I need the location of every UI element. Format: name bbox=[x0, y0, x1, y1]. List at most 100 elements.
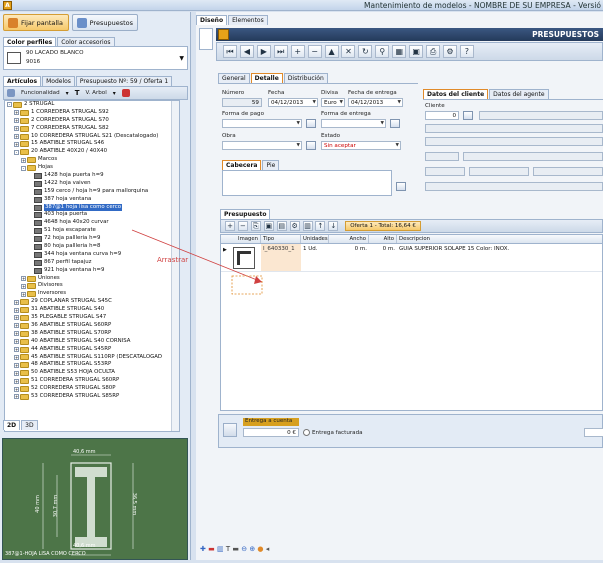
col-imagen[interactable]: Imagen bbox=[221, 235, 261, 243]
expand-icon[interactable]: + bbox=[21, 283, 26, 289]
tree-item[interactable]: +31 ABATIBLE STRUGAL S40 bbox=[5, 306, 179, 314]
tree-item[interactable]: +10 CORREDERA STRUGAL S21 (Descatalogado… bbox=[5, 133, 179, 141]
tree-item[interactable]: +53 CORREDERA STRUGAL S85RP bbox=[5, 393, 179, 401]
divisa-select[interactable]: Euro bbox=[321, 98, 345, 107]
zoom-out-icon[interactable]: ⊖ bbox=[241, 545, 247, 553]
remove-bottom-icon[interactable]: ▬ bbox=[208, 545, 215, 553]
expand-icon[interactable]: + bbox=[14, 299, 19, 305]
expand-icon[interactable]: + bbox=[14, 307, 19, 313]
save-line-icon[interactable]: ▣ bbox=[263, 221, 274, 231]
tab-datos-cliente[interactable]: Datos del cliente bbox=[423, 89, 489, 99]
fecha-entrega-field[interactable]: 04/12/2013 bbox=[348, 98, 403, 107]
estado-select[interactable]: Sin aceptar bbox=[321, 141, 401, 150]
tree-item[interactable]: 1422 hoja vaiven bbox=[5, 180, 179, 188]
minus-bottom-icon[interactable]: ▬ bbox=[232, 545, 239, 553]
tree-item[interactable]: 159 cerco / hoja h=9 para mallorquina bbox=[5, 188, 179, 196]
color-selector[interactable]: 90 LACADO BLANCO 9016 ▼ bbox=[3, 46, 188, 70]
refresh-icon[interactable]: ↻ bbox=[358, 45, 373, 58]
expand-icon[interactable]: + bbox=[14, 110, 19, 116]
forma-entrega-edit-icon[interactable] bbox=[390, 119, 400, 128]
help-icon[interactable]: ? bbox=[459, 45, 474, 58]
fijar-pantalla-button[interactable]: Fijar pantalla bbox=[3, 14, 69, 31]
tab-elementos[interactable]: Elementos bbox=[228, 15, 268, 25]
grid-bottom-icon[interactable]: ▥ bbox=[217, 545, 224, 553]
tree-item[interactable]: +48 ABATIBLE STRUGAL S53RP bbox=[5, 361, 179, 369]
tree-item[interactable]: 867 perfil tapajuz bbox=[5, 259, 179, 267]
col-tipo[interactable]: Tipo bbox=[261, 235, 301, 243]
payment-icon[interactable] bbox=[223, 423, 237, 437]
collapse-icon[interactable]: - bbox=[7, 102, 12, 108]
expand-icon[interactable]: + bbox=[14, 394, 19, 400]
binoculars-icon[interactable]: ⚲ bbox=[375, 45, 390, 58]
obra-edit-icon[interactable] bbox=[306, 141, 316, 150]
expand-icon[interactable]: + bbox=[14, 315, 19, 321]
config-line-icon[interactable]: ⚙ bbox=[289, 221, 300, 231]
new-document-icon[interactable] bbox=[199, 28, 213, 50]
tab-2d[interactable]: 2D bbox=[3, 420, 21, 430]
tree-item[interactable]: + Uniones bbox=[5, 275, 179, 283]
more-bottom-icon[interactable]: ◂ bbox=[266, 545, 270, 553]
expand-icon[interactable]: + bbox=[14, 370, 19, 376]
first-record-icon[interactable]: ⏮ bbox=[223, 45, 237, 58]
move-down-icon[interactable]: ↓ bbox=[328, 221, 339, 231]
tree-item[interactable]: 80 hoja pallleria h=8 bbox=[5, 243, 179, 251]
filter-icon[interactable] bbox=[7, 89, 15, 97]
remove-line-icon[interactable]: − bbox=[237, 221, 248, 231]
confirm-icon[interactable]: ▲ bbox=[324, 45, 339, 58]
numero-field[interactable]: 59 bbox=[222, 98, 262, 107]
tree-item[interactable]: 921 hoja ventana h=9 bbox=[5, 267, 179, 275]
collapse-icon[interactable]: - bbox=[14, 149, 19, 155]
doc-line-icon[interactable]: ▤ bbox=[276, 221, 287, 231]
tree-item[interactable]: +7 CORREDERA STRUGAL S82 bbox=[5, 125, 179, 133]
cabecera-textarea[interactable] bbox=[222, 170, 392, 196]
tree-item[interactable]: - Hojas bbox=[5, 164, 179, 172]
group-line-icon[interactable]: ▥ bbox=[302, 221, 313, 231]
tree-item[interactable]: +50 ABATIBLE S53 HOJA OCULTA bbox=[5, 369, 179, 377]
expand-icon[interactable]: + bbox=[14, 126, 19, 132]
expand-icon[interactable]: + bbox=[14, 347, 19, 353]
tree-item[interactable]: 72 hoja pallleria h=9 bbox=[5, 235, 179, 243]
last-record-icon[interactable]: ⏭ bbox=[273, 45, 288, 58]
tab-datos-agente[interactable]: Datos del agente bbox=[489, 89, 549, 99]
tree-item[interactable]: +45 ABATIBLE STRUGAL S110RP (DESCATALOGA… bbox=[5, 354, 179, 362]
forma-pago-edit-icon[interactable] bbox=[306, 119, 316, 128]
funcionalidad-button[interactable]: Funcionalidad bbox=[21, 90, 60, 96]
grid-icon[interactable]: ▦ bbox=[392, 45, 407, 58]
tab-3d[interactable]: 3D bbox=[21, 420, 38, 430]
move-up-icon[interactable]: ↑ bbox=[315, 221, 326, 231]
entrega-cuenta-field[interactable]: 0 € bbox=[243, 428, 299, 437]
tree-item[interactable]: 51 hoja escaparate bbox=[5, 227, 179, 235]
copy-line-icon[interactable]: ⎘ bbox=[250, 221, 261, 231]
tab-cabecera[interactable]: Cabecera bbox=[222, 160, 262, 170]
expand-icon[interactable]: + bbox=[14, 386, 19, 392]
entrega-facturada-radio[interactable] bbox=[303, 429, 310, 436]
tree-item[interactable]: +15 ABATIBLE STRUGAL S46 bbox=[5, 140, 179, 148]
zoom-in-icon[interactable]: ⊕ bbox=[249, 545, 255, 553]
tree-item[interactable]: 387@1 hoja lisa como cerco bbox=[5, 203, 179, 212]
tab-diseno[interactable]: Diseño bbox=[196, 15, 228, 25]
expand-icon[interactable]: + bbox=[14, 141, 19, 147]
add-icon[interactable]: + bbox=[290, 45, 305, 58]
tree-item[interactable]: +1 CORREDERA STRUGAL S92 bbox=[5, 109, 179, 117]
tree-item[interactable]: + Inversores bbox=[5, 290, 179, 298]
forma-entrega-select[interactable] bbox=[321, 119, 386, 128]
tree-item[interactable]: +2 CORREDERA STRUGAL S70 bbox=[5, 117, 179, 125]
close-icon[interactable] bbox=[121, 89, 130, 97]
tab-oferta[interactable]: Oferta 1 - Total: 16,64 € bbox=[345, 221, 421, 231]
tab-presupuesto[interactable]: Presupuesto Nº: 59 / Oferta 1 bbox=[75, 76, 173, 86]
tree-scrollbar[interactable] bbox=[171, 101, 179, 431]
table-row[interactable]: ▶ I_640330_1 1 Ud. 0 m. 0 m. GUIA SUPERI… bbox=[221, 244, 602, 272]
fecha-field[interactable]: 04/12/2013 bbox=[268, 98, 318, 107]
text-icon[interactable]: T bbox=[75, 89, 80, 97]
cliente-search-icon[interactable] bbox=[463, 111, 473, 120]
chevron-down-icon[interactable]: ▼ bbox=[179, 55, 184, 62]
col-alto[interactable]: Alto bbox=[369, 235, 397, 243]
expand-icon[interactable]: + bbox=[21, 157, 26, 163]
tree-item[interactable]: - 20 ABATIBLE 40X20 / 40X40 bbox=[5, 148, 179, 156]
tree-item[interactable]: 403 hoja puerta bbox=[5, 211, 179, 219]
tree-item[interactable]: - 2 STRUGAL bbox=[5, 101, 179, 109]
tree-item[interactable]: + Marcos bbox=[5, 156, 179, 164]
tab-detalle[interactable]: Detalle bbox=[250, 73, 283, 83]
expand-icon[interactable]: + bbox=[21, 276, 26, 282]
expand-icon[interactable]: + bbox=[14, 339, 19, 345]
